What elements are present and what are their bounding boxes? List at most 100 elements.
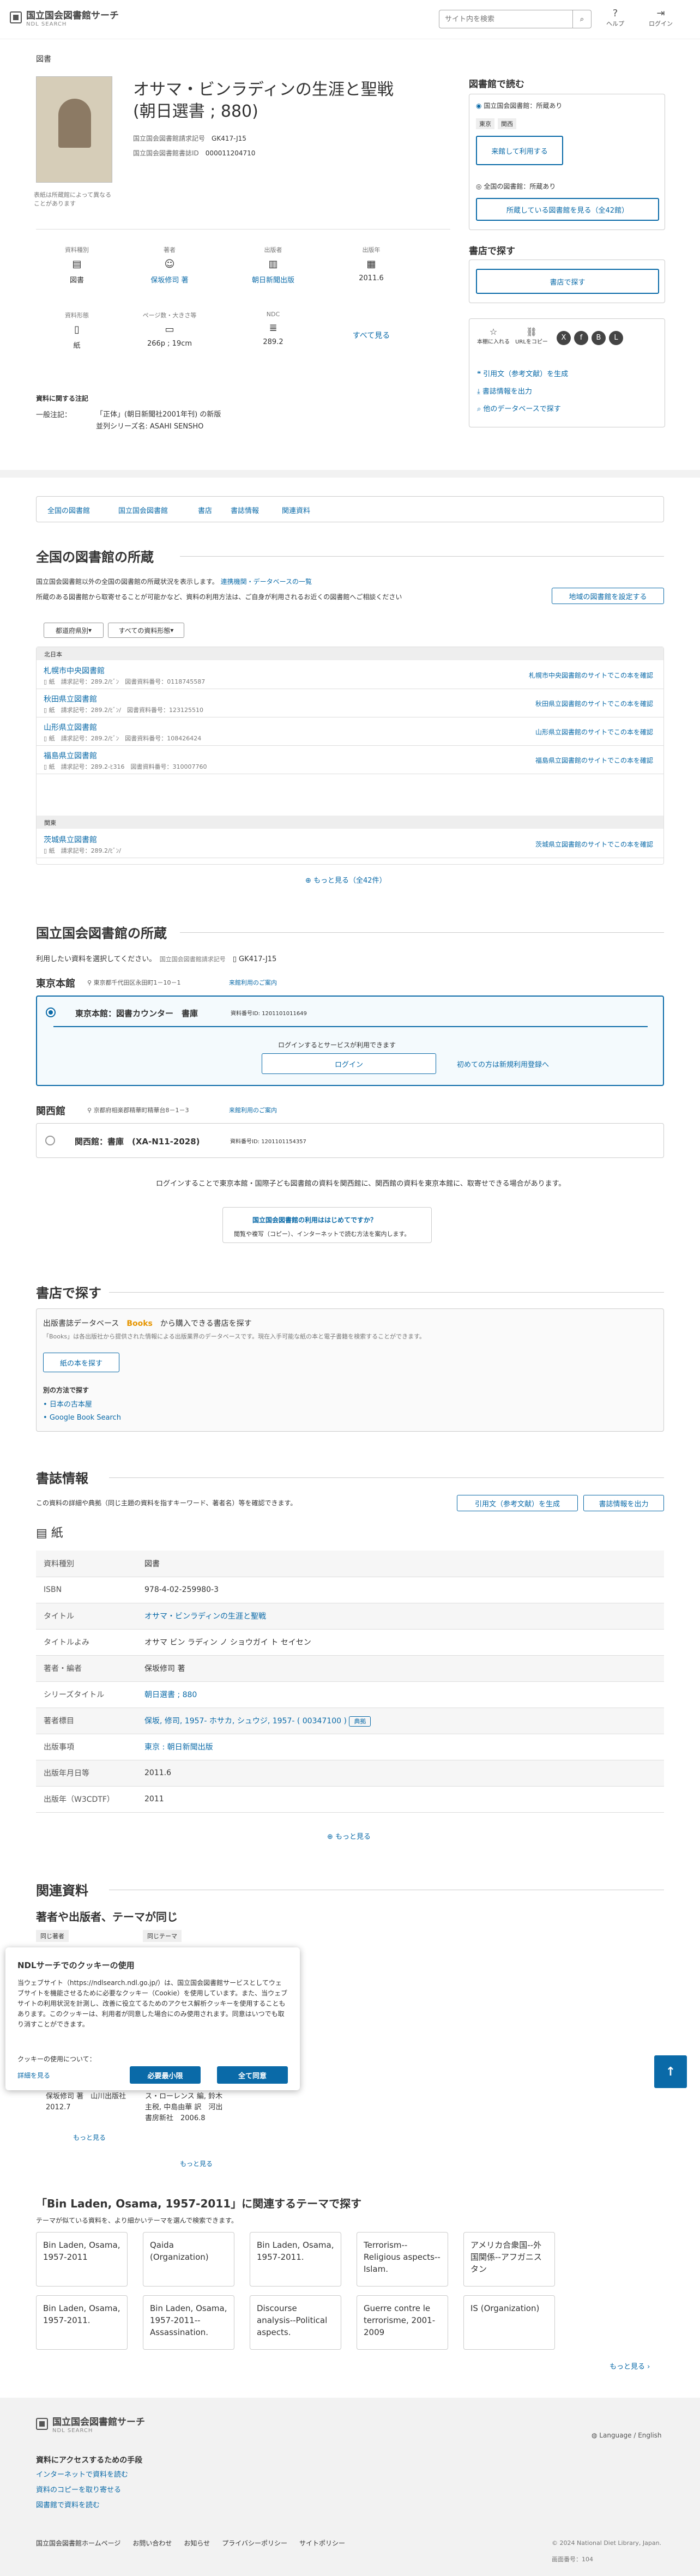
footer-visit[interactable]: 図書館で資料を読む xyxy=(36,2499,100,2509)
site-footer: 国立国会図書館サーチ NDL SEARCH ◍ Language / Englis… xyxy=(0,2398,700,2576)
breadcrumb[interactable]: 図書 xyxy=(36,53,51,64)
theme-card[interactable]: Bin Laden, Osama, 1957-2011. xyxy=(36,2295,128,2350)
copy-url-button[interactable]: ⛓ URLをコピー xyxy=(515,327,548,345)
shop-panel: 出版書誌データベース Books から購入できる書店を探す 「Books」は各出… xyxy=(36,1308,664,1432)
authority-button[interactable]: 典拠 xyxy=(349,1716,371,1727)
radio-selected[interactable] xyxy=(46,1008,56,1017)
cookie-details-link[interactable]: 詳細を見る xyxy=(17,2071,50,2080)
theme-card[interactable]: IS (Organization) xyxy=(463,2295,555,2350)
cite-button[interactable]: 引用文（参考文献）を生成 xyxy=(457,1495,578,1511)
related-heading: 関連資料 xyxy=(36,1883,88,1898)
theme-card[interactable]: Qaida (Organization) xyxy=(143,2232,234,2287)
cover-photo xyxy=(58,99,91,148)
radio-unselected[interactable] xyxy=(45,1136,55,1145)
help-button[interactable]: ? ヘルプ xyxy=(606,8,624,28)
theme-card[interactable]: Terrorism--Religious aspects--Islam. xyxy=(357,2232,448,2287)
theme-card[interactable]: Guerre contre le terrorisme, 2001-2009 xyxy=(357,2295,448,2350)
logo-icon xyxy=(10,11,22,23)
cookie-essential-button[interactable]: 必要最小限 xyxy=(130,2066,201,2084)
related-item[interactable]: 保坂修司 著 山川出版社 2012.7 xyxy=(46,2091,133,2113)
first-time-banner[interactable]: 国立国会図書館の利用ははじめてですか？ 閲覧や複写（コピー）、インターネットで読… xyxy=(222,1207,432,1243)
login-button-inline[interactable]: ログイン xyxy=(262,1053,436,1074)
site-logo[interactable]: 国立国会図書館サーチ NDL SEARCH xyxy=(10,8,119,27)
theme-card[interactable]: Bin Laden, Osama, 1957-2011--Assassinati… xyxy=(143,2295,234,2350)
holding-row: 福島県立図書館 ▯ 紙 請求記号：289.2-ﾋ316 図書資料番号：31000… xyxy=(36,746,664,774)
holding-row: 秋田県立図書館 ▯ 紙 請求記号：289.2/ﾋﾞﾝ/ 図書資料番号：12312… xyxy=(36,689,664,717)
visit-library-button[interactable]: 来館して利用する xyxy=(476,136,563,165)
bib-more-link[interactable]: ⊕ もっと見る xyxy=(327,1831,371,1841)
national-heading: 全国の図書館の所蔵 xyxy=(36,550,154,565)
more-author-link[interactable]: もっと見る xyxy=(73,2133,106,2142)
bib-heading: 書誌情報 xyxy=(36,1471,88,1486)
call-number: GK417-J15 xyxy=(212,135,246,142)
tab-national[interactable]: 全国の図書館 xyxy=(47,505,90,515)
cookie-dialog: NDLサーチでのクッキーの使用 当ウェブサイト（https://ndlsearc… xyxy=(5,1947,300,2090)
kosho-link[interactable]: • 日本の古本屋 xyxy=(43,1398,92,1409)
calendar-icon: ▦ xyxy=(366,258,376,270)
holding-row: 山形県立図書館 ▯ 紙 請求記号：289.2/ﾋﾞﾝ 図書資料番号：108426… xyxy=(36,717,664,746)
x-share-icon[interactable]: X xyxy=(557,331,571,345)
footer-logo[interactable]: 国立国会図書館サーチ NDL SEARCH xyxy=(36,2414,145,2434)
view-libraries-button[interactable]: 所蔵している図書館を見る（全42館） xyxy=(476,198,659,221)
tokyo-guide-link[interactable]: 来館利用のご案内 xyxy=(229,978,277,987)
arrow-up-icon: ↑ xyxy=(665,2065,676,2079)
search-button[interactable]: ⌕ xyxy=(572,10,591,28)
action-card: ☆ 本棚に入れる ⛓ URLをコピー X f B L ❝ 引用文（参考文献）を生成 … xyxy=(469,318,665,427)
more-theme-link[interactable]: もっと見る xyxy=(180,2159,213,2168)
set-region-button[interactable]: 地域の図書館を設定する xyxy=(552,588,664,604)
theme-card[interactable]: Bin Laden, Osama, 1957-2011 xyxy=(36,2232,128,2287)
tokyo-item-card[interactable]: 東京本館：図書カウンター 書庫 資料番号ID: 1201101011649 ログ… xyxy=(36,996,664,1086)
same-theme-tab[interactable]: 同じテーマ xyxy=(143,1930,182,1942)
login-icon: ⇥ xyxy=(656,8,665,19)
theme-card[interactable]: Discourse analysis--Political aspects. xyxy=(250,2295,341,2350)
same-author-tab[interactable]: 同じ著者 xyxy=(36,1930,69,1942)
kansai-item-card[interactable]: 関西館：書庫 (XA-N11-2028) 資料番号ID: 12011011543… xyxy=(36,1123,664,1158)
prefecture-filter[interactable]: 都道府県別 ▾ xyxy=(44,623,104,638)
cover-note: 表紙は所蔵館によって異なることがあります xyxy=(34,191,112,207)
bookshelf-button[interactable]: ☆ 本棚に入れる xyxy=(477,327,510,345)
partner-db-link[interactable]: 連携機関・データベースの一覧 xyxy=(221,578,312,586)
tab-shop[interactable]: 書店 xyxy=(198,505,212,515)
theme-card[interactable]: アメリカ合衆国--外国関係--アフガニスタン xyxy=(463,2232,555,2287)
ndl-icon: ◉ xyxy=(476,102,482,110)
themes-more-link[interactable]: もっと見る › xyxy=(610,2361,650,2371)
shop-search-button[interactable]: 書店で探す xyxy=(476,269,659,294)
language-link[interactable]: ◍ Language / English xyxy=(592,2432,662,2439)
paper-form-icon: ▤ xyxy=(36,1527,47,1540)
tab-bib[interactable]: 書誌情報 xyxy=(231,505,259,515)
search-input[interactable] xyxy=(439,10,572,28)
footer-copy[interactable]: 資料のコピーを取り寄せる xyxy=(36,2484,121,2494)
see-all-link[interactable]: すべて見る xyxy=(341,330,401,341)
login-button[interactable]: ⇥ ログイン xyxy=(649,8,673,28)
format-filter[interactable]: すべての資料形態 ▾ xyxy=(108,623,184,638)
bib-table: 資料種別 図書 ISBN 978-4-02-259980-3 タイトル オサマ・ビンラ… xyxy=(36,1551,664,1813)
export-button[interactable]: 書誌情報を出力 xyxy=(583,1495,664,1511)
paper-book-button[interactable]: 紙の本を探す xyxy=(43,1353,119,1372)
more-holdings-link[interactable]: ⊕ もっと見る（全42件） xyxy=(305,874,387,885)
holding-row: 茨城県立図書館 ▯ 紙 請求記号：289.2/ﾋﾞﾝ/ 茨城県立図書館のサイトで… xyxy=(36,830,664,858)
footer-read-online[interactable]: インターネットで資料を読む xyxy=(36,2469,128,2479)
kansai-guide-link[interactable]: 来館利用のご案内 xyxy=(229,1106,277,1114)
national-icon: ◎ xyxy=(476,183,482,190)
tab-related[interactable]: 関連資料 xyxy=(282,505,310,515)
book-icon: ▤ xyxy=(72,258,82,270)
ruler-icon: ▭ xyxy=(165,324,174,335)
scroll-top-button[interactable]: ↑ xyxy=(654,2055,687,2088)
register-link[interactable]: 初めての方は新規利用登録へ xyxy=(457,1059,549,1069)
other-db-link[interactable]: ⌕ 他のデータベースで探す xyxy=(477,403,561,413)
tab-ndl[interactable]: 国立国会図書館 xyxy=(118,505,168,515)
export-link[interactable]: ⤓ 書誌情報を出力 xyxy=(477,385,532,396)
notes-body: 「正体」(朝日新聞社2001年刊) の新版 並列シリーズ名: ASAHI SENS… xyxy=(96,411,221,431)
related-item[interactable]: ス・ローレンス 編, 鈴木主税, 中島由華 訳 河出書房新社 2006.8 xyxy=(145,2091,227,2124)
bib-id: 000011204710 xyxy=(205,149,256,157)
hatena-icon[interactable]: B xyxy=(592,331,606,345)
cookie-accept-all-button[interactable]: 全て同意 xyxy=(217,2066,288,2084)
facebook-icon[interactable]: f xyxy=(574,331,588,345)
line-icon[interactable]: L xyxy=(609,331,623,345)
theme-card[interactable]: Bin Laden, Osama, 1957-2011. xyxy=(250,2232,341,2287)
site-header: 国立国会図書館サーチNDL SEARCH ⌕ ?ヘルプ ⇥ログイン xyxy=(0,0,700,39)
google-books-link[interactable]: • Google Book Search xyxy=(43,1414,121,1422)
search-box: ⌕ xyxy=(439,10,592,28)
holding-row: 札幌市中央図書館 ▯ 紙 請求記号：289.2/ﾋﾞﾝ 図書資料番号：01187… xyxy=(36,661,664,689)
cite-link[interactable]: ❝ 引用文（参考文献）を生成 xyxy=(477,368,568,378)
